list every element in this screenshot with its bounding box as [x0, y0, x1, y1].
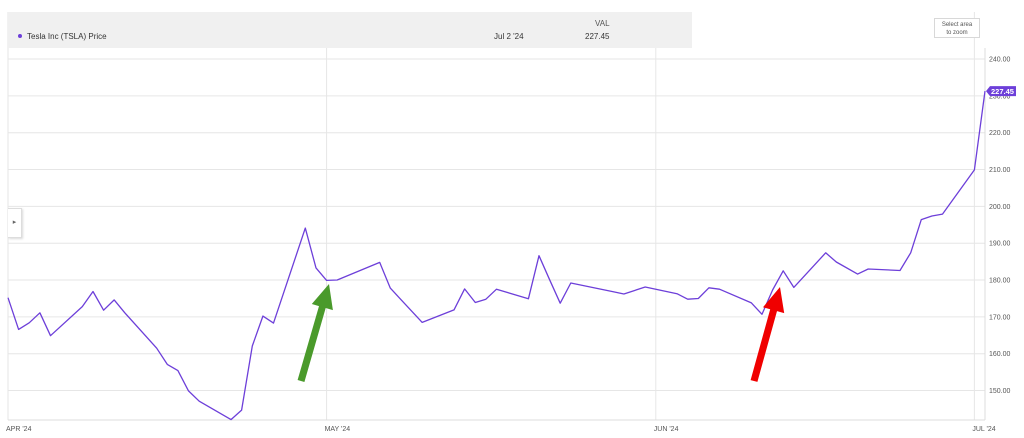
x-tick-label: APR '24	[6, 426, 32, 433]
y-tick-label: 210.00	[989, 167, 1011, 174]
grid-lines	[7, 12, 986, 421]
legend-column-header: VAL	[595, 19, 610, 28]
zoom-label-line1: Select area	[941, 22, 973, 28]
y-tick-label: 160.00	[989, 351, 1011, 358]
legend-series-name: Tesla Inc (TSLA) Price	[27, 32, 107, 41]
y-tick-label: 170.00	[989, 314, 1011, 321]
y-tick-label: 220.00	[989, 130, 1011, 137]
y-tick-label: 200.00	[989, 204, 1011, 211]
legend-date: Jul 2 '24	[494, 32, 524, 41]
y-tick-label: 150.00	[989, 388, 1011, 395]
series-dot-icon	[18, 34, 22, 38]
select-area-zoom-button[interactable]: Select area to zoom	[934, 18, 980, 38]
green-arrow	[297, 284, 333, 382]
y-axis: 150.00 160.00 170.00 180.00 190.00 200.00 210.…	[989, 57, 1011, 395]
y-tick-label: 190.00	[989, 241, 1011, 248]
y-tick-label: 180.00	[989, 278, 1011, 285]
legend-value: 227.45	[585, 32, 610, 41]
last-value-label: 227.45	[991, 87, 1014, 96]
x-tick-label: JUL '24	[972, 426, 995, 433]
price-chart[interactable]: APR '24 MAY '24 JUN '24 JUL '24 150.00 160.0…	[0, 0, 1024, 438]
series-line-tsla	[7, 91, 986, 421]
last-value-marker: 227.45	[986, 86, 1016, 97]
x-axis: APR '24 MAY '24 JUN '24 JUL '24	[6, 426, 996, 433]
x-tick-label: JUN '24	[654, 426, 679, 433]
zoom-label-line2: to zoom	[946, 30, 968, 36]
y-tick-label: 240.00	[989, 57, 1011, 64]
legend-panel: VAL Tesla Inc (TSLA) Price Jul 2 '24 227…	[8, 12, 692, 48]
chevron-right-icon[interactable]: ▸	[8, 208, 22, 238]
x-tick-label: MAY '24	[325, 426, 351, 433]
